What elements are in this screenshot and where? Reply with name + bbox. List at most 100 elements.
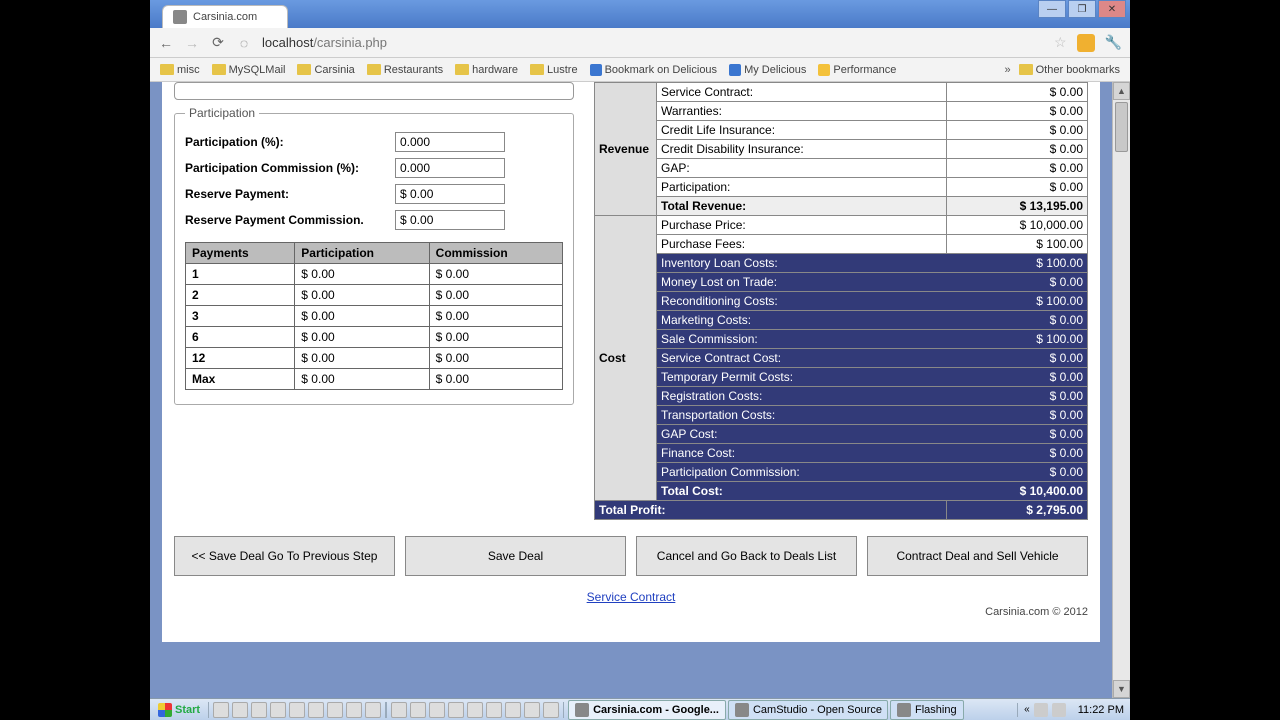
bookmark-folder[interactable]: Restaurants xyxy=(363,62,447,78)
cell-payments: 2 xyxy=(186,285,295,306)
finance-table: RevenueService Contract:$ 0.00Warranties… xyxy=(594,82,1088,520)
cost-side-label: Cost xyxy=(595,216,657,501)
input-box[interactable] xyxy=(174,82,574,100)
cell-participation: $ 0.00 xyxy=(295,348,429,369)
close-button[interactable]: ✕ xyxy=(1098,0,1126,18)
window-titlebar: Carsinia.com — ❐ ✕ xyxy=(150,0,1130,28)
maximize-button[interactable]: ❐ xyxy=(1068,0,1096,18)
bookmark-folder[interactable]: Lustre xyxy=(526,62,582,78)
bookmark-link[interactable]: Bookmark on Delicious xyxy=(586,62,722,78)
finance-row: Sale Commission:$ 100.00 xyxy=(595,330,1088,349)
bookmarks-bar: misc MySQLMail Carsinia Restaurants hard… xyxy=(150,58,1130,82)
reserve-payment-input[interactable] xyxy=(395,184,505,204)
finance-row: Marketing Costs:$ 0.00 xyxy=(595,311,1088,330)
save-deal-button[interactable]: Save Deal xyxy=(405,536,626,576)
scroll-down-icon[interactable]: ▼ xyxy=(1113,680,1130,698)
bookmark-star-icon[interactable]: ☆ xyxy=(1054,34,1067,51)
back-icon[interactable]: ← xyxy=(158,35,174,51)
browser-tab[interactable]: Carsinia.com xyxy=(162,5,288,28)
table-row: 3$ 0.00$ 0.00 xyxy=(186,306,563,327)
finance-value: $ 0.00 xyxy=(947,178,1088,197)
finance-row: Warranties:$ 0.00 xyxy=(595,102,1088,121)
service-contract-link[interactable]: Service Contract xyxy=(587,590,676,604)
bookmark-folder[interactable]: hardware xyxy=(451,62,522,78)
taskbar-task[interactable]: CamStudio - Open Source xyxy=(728,700,888,720)
finance-value: $ 100.00 xyxy=(947,330,1088,349)
taskbar-clock[interactable]: 11:22 PM xyxy=(1072,704,1130,716)
site-info-icon[interactable]: ◌ xyxy=(236,35,252,51)
finance-label: Service Contract Cost: xyxy=(657,349,947,368)
table-row: Max$ 0.00$ 0.00 xyxy=(186,369,563,390)
reserve-payment-label: Reserve Payment: xyxy=(185,187,395,201)
bookmark-link[interactable]: Performance xyxy=(814,62,900,78)
finance-row: Credit Disability Insurance:$ 0.00 xyxy=(595,140,1088,159)
windows-logo-icon xyxy=(158,703,172,717)
bookmark-folder[interactable]: MySQLMail xyxy=(208,62,290,78)
ql-icon[interactable] xyxy=(486,702,502,718)
folder-icon xyxy=(530,64,544,75)
start-button[interactable]: Start xyxy=(150,701,208,719)
ql-icon[interactable] xyxy=(308,702,324,718)
tray-icon[interactable] xyxy=(1034,703,1048,717)
ql-icon[interactable] xyxy=(524,702,540,718)
reload-icon[interactable]: ⟳ xyxy=(210,35,226,51)
tray-icon[interactable] xyxy=(1052,703,1066,717)
taskbar-task[interactable]: Carsinia.com - Google... xyxy=(568,700,726,720)
finance-label: Service Contract: xyxy=(657,83,947,102)
cell-payments: 3 xyxy=(186,306,295,327)
url-display[interactable]: localhost/carsinia.php xyxy=(262,35,1044,50)
cell-commission: $ 0.00 xyxy=(429,327,562,348)
ql-icon[interactable] xyxy=(365,702,381,718)
finance-row: Registration Costs:$ 0.00 xyxy=(595,387,1088,406)
finance-row: GAP Cost:$ 0.00 xyxy=(595,425,1088,444)
ql-icon[interactable] xyxy=(346,702,362,718)
ql-icon[interactable] xyxy=(251,702,267,718)
scroll-thumb[interactable] xyxy=(1115,102,1128,152)
tray-chevron-icon[interactable]: « xyxy=(1024,704,1030,715)
folder-icon xyxy=(160,64,174,75)
ql-icon[interactable] xyxy=(429,702,445,718)
contract-button[interactable]: Contract Deal and Sell Vehicle xyxy=(867,536,1088,576)
ql-icon[interactable] xyxy=(232,702,248,718)
finance-label: Inventory Loan Costs: xyxy=(657,254,947,273)
ql-icon[interactable] xyxy=(327,702,343,718)
bookmark-folder[interactable]: Carsinia xyxy=(293,62,358,78)
save-prev-button[interactable]: << Save Deal Go To Previous Step xyxy=(174,536,395,576)
scroll-up-icon[interactable]: ▲ xyxy=(1113,82,1130,100)
finance-row: RevenueService Contract:$ 0.00 xyxy=(595,83,1088,102)
folder-icon xyxy=(212,64,226,75)
bookmark-link[interactable]: My Delicious xyxy=(725,62,810,78)
bookmark-folder[interactable]: misc xyxy=(156,62,204,78)
participation-comm-input[interactable] xyxy=(395,158,505,178)
participation-pct-label: Participation (%): xyxy=(185,135,395,149)
cell-commission: $ 0.00 xyxy=(429,348,562,369)
settings-wrench-icon[interactable]: 🔧 xyxy=(1105,34,1122,51)
ql-icon[interactable] xyxy=(270,702,286,718)
table-row: 2$ 0.00$ 0.00 xyxy=(186,285,563,306)
finance-row: Participation:$ 0.00 xyxy=(595,178,1088,197)
cancel-button[interactable]: Cancel and Go Back to Deals List xyxy=(636,536,857,576)
reserve-comm-input[interactable] xyxy=(395,210,505,230)
ql-icon[interactable] xyxy=(213,702,229,718)
ql-icon[interactable] xyxy=(448,702,464,718)
extension-icon[interactable] xyxy=(1077,34,1095,52)
finance-label: Purchase Fees: xyxy=(657,235,947,254)
minimize-button[interactable]: — xyxy=(1038,0,1066,18)
other-bookmarks[interactable]: Other bookmarks xyxy=(1015,62,1124,78)
finance-row: Total Revenue:$ 13,195.00 xyxy=(595,197,1088,216)
finance-label: Money Lost on Trade: xyxy=(657,273,947,292)
participation-pct-input[interactable] xyxy=(395,132,505,152)
ql-icon[interactable] xyxy=(391,702,407,718)
cell-commission: $ 0.00 xyxy=(429,285,562,306)
ql-icon[interactable] xyxy=(505,702,521,718)
ql-icon[interactable] xyxy=(543,702,559,718)
finance-row: Inventory Loan Costs:$ 100.00 xyxy=(595,254,1088,273)
overflow-chevron-icon[interactable]: » xyxy=(1005,64,1011,76)
taskbar-task[interactable]: Flashing xyxy=(890,700,964,720)
forward-icon[interactable]: → xyxy=(184,35,200,51)
vertical-scrollbar[interactable]: ▲ ▼ xyxy=(1112,82,1130,698)
ql-icon[interactable] xyxy=(289,702,305,718)
finance-value: $ 100.00 xyxy=(947,235,1088,254)
ql-icon[interactable] xyxy=(467,702,483,718)
ql-icon[interactable] xyxy=(410,702,426,718)
